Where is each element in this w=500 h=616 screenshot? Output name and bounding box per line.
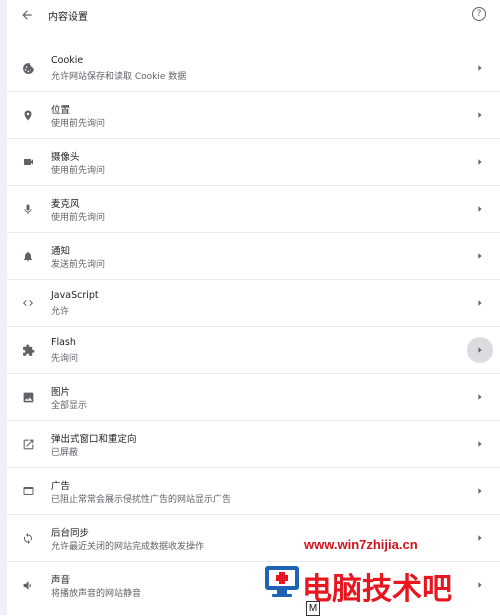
- setting-subtitle: 将播放声音的网站静音: [51, 589, 142, 599]
- setting-title: 通知: [51, 246, 71, 257]
- setting-title: 弹出式窗口和重定向: [51, 434, 137, 445]
- setting-row-ads[interactable]: 广告 已阻止常常会展示侵扰性广告的网站显示广告: [7, 468, 500, 515]
- help-button[interactable]: ?: [472, 7, 486, 21]
- setting-row-camera[interactable]: 摄像头 使用前先询问: [7, 139, 500, 186]
- sync-icon: [20, 530, 36, 546]
- setting-row-notifications[interactable]: 通知 发送前先询问: [7, 233, 500, 280]
- setting-title: 声音: [51, 575, 71, 586]
- chevron-right-icon[interactable]: [474, 62, 486, 74]
- setting-row-microphone[interactable]: 麦克风 使用前先询问: [7, 186, 500, 233]
- chevron-right-icon[interactable]: [474, 485, 486, 497]
- chevron-right-icon[interactable]: [474, 438, 486, 450]
- page-header: 内容设置 ?: [7, 0, 500, 30]
- setting-row-flash[interactable]: Flash 先询问: [7, 327, 500, 374]
- setting-title: 位置: [51, 105, 71, 116]
- setting-title: 图片: [51, 387, 71, 398]
- setting-subtitle: 使用前先询问: [51, 166, 106, 176]
- chevron-right-icon[interactable]: [474, 579, 486, 591]
- camera-icon: [20, 154, 36, 170]
- puzzle-icon: [20, 342, 36, 358]
- setting-title: 摄像头: [51, 152, 80, 163]
- setting-title: 后台同步: [51, 528, 90, 539]
- chevron-right-icon[interactable]: [474, 532, 486, 544]
- open-in-new-icon: [20, 436, 36, 452]
- arrow-left-icon: [22, 10, 32, 20]
- setting-title: Flash: [51, 337, 76, 348]
- setting-title: 广告: [51, 481, 71, 492]
- setting-title: 麦克风: [51, 199, 80, 210]
- chevron-right-icon[interactable]: [474, 391, 486, 403]
- chevron-right-icon[interactable]: [474, 250, 486, 262]
- setting-subtitle: 使用前先询问: [51, 119, 106, 129]
- chevron-right-icon[interactable]: [474, 156, 486, 168]
- chevron-right-icon[interactable]: [474, 109, 486, 121]
- setting-row-background-sync[interactable]: 后台同步 允许最近关闭的网站完成数据收发操作: [7, 515, 500, 562]
- setting-subtitle: 发送前先询问: [51, 260, 106, 270]
- setting-subtitle: 全部显示: [51, 401, 88, 411]
- bell-icon: [20, 248, 36, 264]
- setting-title: JavaScript: [51, 290, 99, 301]
- setting-title: Cookie: [51, 55, 84, 66]
- chevron-right-icon[interactable]: [474, 297, 486, 309]
- setting-subtitle: 允许最近关闭的网站完成数据收发操作: [51, 542, 205, 552]
- setting-subtitle: 允许: [51, 307, 70, 317]
- setting-subtitle: 已阻止常常会展示侵扰性广告的网站显示广告: [51, 495, 232, 505]
- setting-subtitle: 已屏蔽: [51, 448, 79, 458]
- location-pin-icon: [20, 107, 36, 123]
- image-icon: [20, 389, 36, 405]
- help-circle-icon: ?: [476, 9, 482, 19]
- setting-row-popups[interactable]: 弹出式窗口和重定向 已屏蔽: [7, 421, 500, 468]
- setting-row-javascript[interactable]: JavaScript 允许: [7, 280, 500, 327]
- microphone-icon: [20, 201, 36, 217]
- browser-window-icon: [20, 483, 36, 499]
- page-title: 内容设置: [48, 12, 88, 23]
- setting-subtitle: 先询问: [51, 354, 79, 364]
- code-icon: [20, 295, 36, 311]
- cookie-icon: [20, 60, 36, 76]
- speaker-icon: [20, 577, 36, 593]
- setting-row-sound[interactable]: 声音 将播放声音的网站静音: [7, 562, 500, 609]
- back-button[interactable]: [17, 6, 37, 24]
- setting-row-cookie[interactable]: Cookie 允许网站保存和读取 Cookie 数据: [7, 45, 500, 92]
- setting-subtitle: 允许网站保存和读取 Cookie 数据: [51, 72, 187, 82]
- setting-subtitle: 使用前先询问: [51, 213, 106, 223]
- setting-row-location[interactable]: 位置 使用前先询问: [7, 92, 500, 139]
- window-left-edge: [0, 0, 7, 615]
- chevron-right-icon[interactable]: [467, 337, 493, 363]
- content-settings-list: Cookie 允许网站保存和读取 Cookie 数据 位置 使用前先询问 摄像头…: [7, 45, 500, 609]
- chevron-right-icon[interactable]: [474, 203, 486, 215]
- setting-row-images[interactable]: 图片 全部显示: [7, 374, 500, 421]
